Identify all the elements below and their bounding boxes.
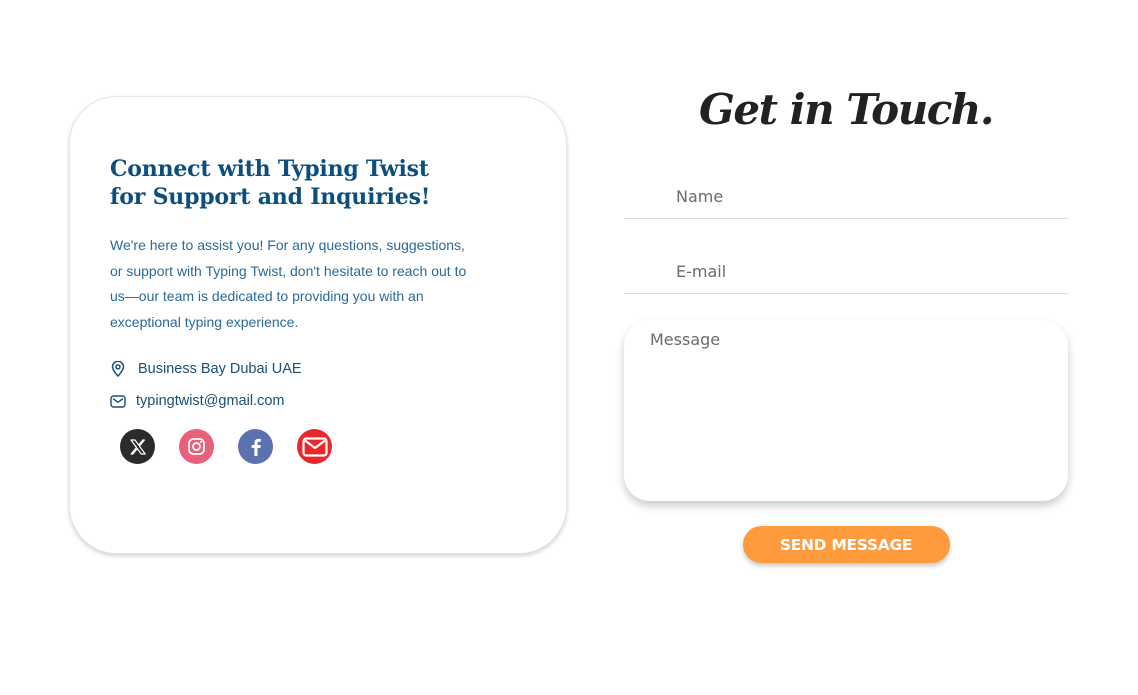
envelope-icon	[110, 393, 126, 409]
send-message-button[interactable]: SEND MESSAGE	[742, 526, 950, 563]
x-icon[interactable]	[120, 429, 155, 464]
address-text: Business Bay Dubai UAE	[138, 361, 302, 377]
instagram-icon[interactable]	[179, 429, 214, 464]
contact-form: Get in Touch. SEND MESSAGE	[624, 80, 1068, 563]
contact-info-card: Connect with Typing Twist for Support an…	[69, 96, 567, 554]
mail-icon[interactable]	[297, 429, 332, 464]
info-description: We're here to assist you! For any questi…	[110, 237, 467, 330]
name-input[interactable]	[624, 175, 1068, 219]
message-textarea[interactable]	[624, 320, 1068, 501]
email-row[interactable]: typingtwist@gmail.com	[110, 393, 526, 409]
email-text[interactable]: typingtwist@gmail.com	[136, 393, 284, 409]
info-title: Connect with Typing Twist for Support an…	[110, 156, 431, 210]
email-input[interactable]	[624, 250, 1068, 294]
location-pin-icon	[110, 361, 126, 377]
address-row: Business Bay Dubai UAE	[110, 361, 526, 377]
contact-page: Connect with Typing Twist for Support an…	[0, 0, 1138, 695]
facebook-icon[interactable]	[238, 429, 273, 464]
social-links	[120, 429, 526, 464]
form-title: Get in Touch.	[699, 85, 994, 134]
